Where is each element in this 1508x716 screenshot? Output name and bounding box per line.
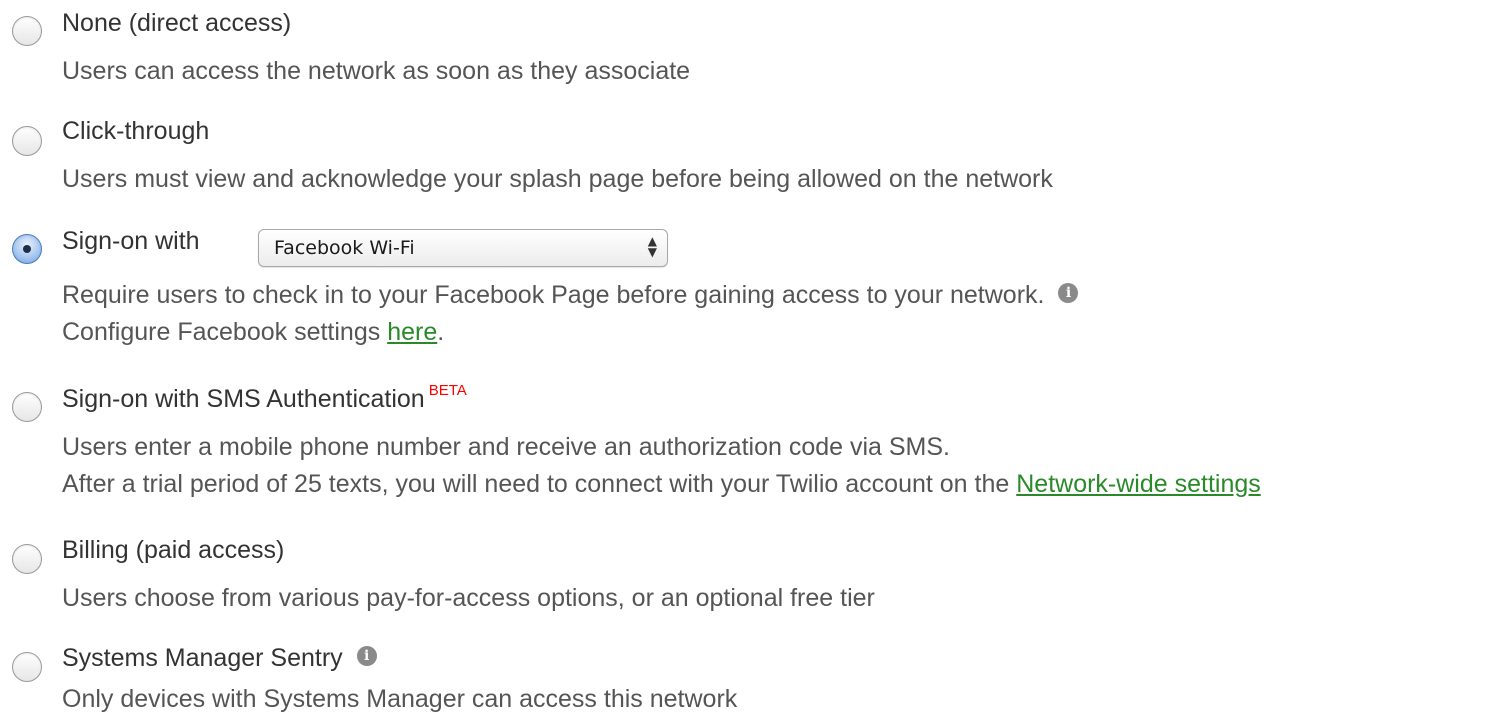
option-title-none[interactable]: None (direct access) [62, 8, 291, 38]
configure-text-suffix: . [437, 318, 445, 346]
network-wide-settings-link[interactable]: Network-wide settings [1016, 470, 1261, 498]
option-description-billing: Users choose from various pay-for-access… [62, 584, 875, 612]
option-description-sign-on-line1: Require users to check in to your Facebo… [62, 280, 1079, 310]
info-icon[interactable]: i [356, 646, 377, 667]
twilio-text-prefix: After a trial period of 25 texts, you wi… [62, 470, 1017, 498]
option-title-click-through[interactable]: Click-through [62, 116, 209, 146]
info-icon[interactable]: i [1058, 283, 1079, 304]
facebook-settings-link[interactable]: here [387, 318, 437, 346]
radio-sign-on[interactable] [12, 234, 42, 264]
option-description-click-through: Users must view and acknowledge your spl… [62, 165, 1053, 193]
configure-text-prefix: Configure Facebook settings [62, 318, 388, 346]
select-value: Facebook Wi-Fi [274, 237, 415, 259]
option-description-sms-line1: Users enter a mobile phone number and re… [62, 433, 951, 461]
option-description-none: Users can access the network as soon as … [62, 57, 691, 85]
radio-selected-dot [23, 245, 31, 253]
radio-sms[interactable] [12, 392, 42, 422]
sign-on-provider-select[interactable]: Facebook Wi-Fi ▲ ▼ [258, 229, 668, 267]
sign-on-description-text: Require users to check in to your Facebo… [62, 281, 1045, 309]
option-description-sm-sentry: Only devices with Systems Manager can ac… [62, 685, 738, 713]
option-description-sms-line2: After a trial period of 25 texts, you wi… [62, 469, 1261, 499]
option-title-sm-sentry[interactable]: Systems Manager Sentry i [62, 643, 377, 673]
beta-badge: BETA [428, 382, 467, 399]
sm-sentry-title-text: Systems Manager Sentry [62, 644, 343, 672]
radio-click-through[interactable] [12, 126, 42, 156]
option-title-sign-on[interactable]: Sign-on with [62, 226, 200, 256]
option-title-sms[interactable]: Sign-on with SMS Authentication BETA [62, 382, 467, 418]
radio-billing[interactable] [12, 544, 42, 574]
radio-none[interactable] [12, 16, 42, 46]
select-arrows-icon: ▲ ▼ [647, 234, 657, 259]
radio-sm-sentry[interactable] [12, 652, 42, 682]
option-title-billing[interactable]: Billing (paid access) [62, 535, 284, 565]
option-description-sign-on-line2: Configure Facebook settings here. [62, 317, 444, 347]
sms-title-text: Sign-on with SMS Authentication [62, 385, 425, 413]
